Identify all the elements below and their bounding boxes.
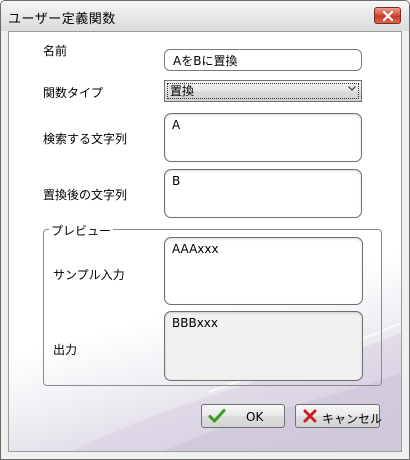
ok-button[interactable]: OK xyxy=(201,404,285,428)
function-type-label: 関数タイプ xyxy=(43,86,104,100)
title-bar[interactable]: ユーザー定義関数 xyxy=(1,1,409,31)
sample-input-field[interactable]: AAAxxx xyxy=(164,237,363,305)
checkmark-icon xyxy=(208,409,226,423)
close-icon xyxy=(383,11,393,21)
user-defined-function-dialog: ユーザー定義関数 名前 AをBに置換 関数タイプ 置換 検索する文字列 A 置換… xyxy=(0,0,410,460)
preview-group-title: プレビュー xyxy=(49,222,114,239)
chevron-down-icon xyxy=(348,86,356,91)
ok-button-label: OK xyxy=(246,410,264,424)
search-string-label: 検索する文字列 xyxy=(43,132,128,146)
dialog-body: 名前 AをBに置換 関数タイプ 置換 検索する文字列 A 置換後の文字列 B プ… xyxy=(8,31,402,452)
output-label: 出力 xyxy=(53,343,78,357)
sample-input-label: サンプル入力 xyxy=(53,268,125,282)
function-type-value: 置換 xyxy=(170,84,195,98)
function-type-select[interactable]: 置換 xyxy=(164,80,362,102)
focus-outline xyxy=(167,83,359,99)
replace-string-label: 置換後の文字列 xyxy=(43,188,128,202)
replace-string-input[interactable]: B xyxy=(164,169,362,218)
name-label: 名前 xyxy=(43,44,68,58)
cancel-button[interactable]: キャンセル xyxy=(295,404,383,428)
x-icon xyxy=(303,409,317,423)
name-input[interactable]: AをBに置換 xyxy=(164,49,362,71)
cancel-button-label: キャンセル xyxy=(322,412,383,426)
close-button[interactable] xyxy=(374,7,401,24)
window-title: ユーザー定義関数 xyxy=(8,12,116,27)
search-string-input[interactable]: A xyxy=(164,113,362,162)
output-field: BBBxxx xyxy=(164,311,363,381)
